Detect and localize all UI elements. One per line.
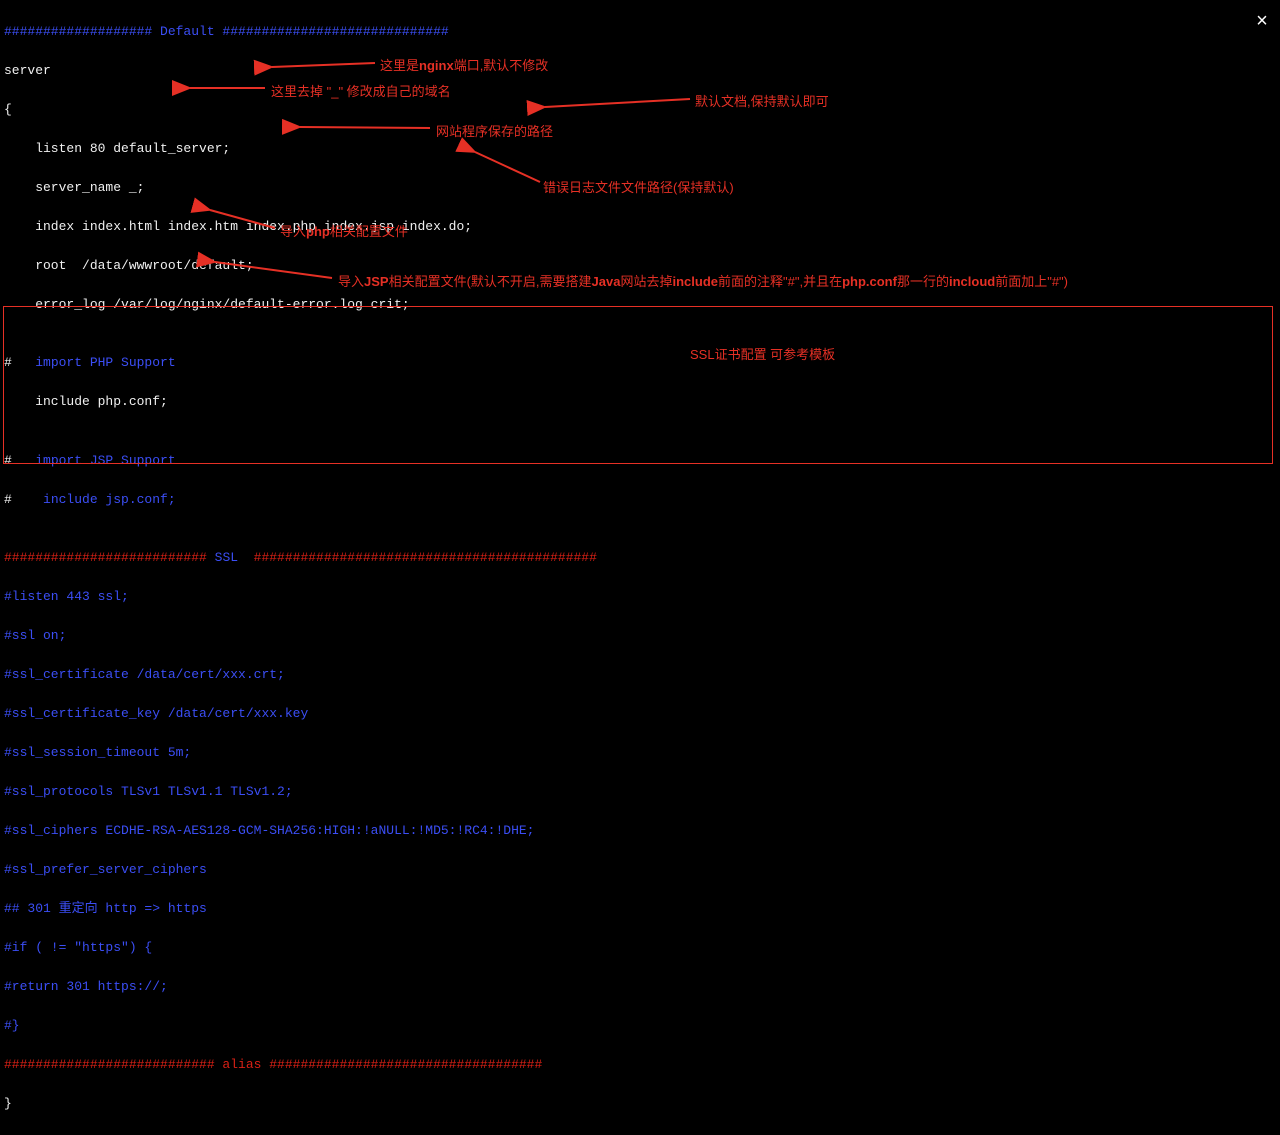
annotation-root-path: 网站程序保存的路径 (436, 122, 553, 142)
config-line-ssl: #ssl_protocols TLSv1 TLSv1.1 TLSv1.2; (4, 782, 1276, 802)
config-line-redirect: #return 301 https://; (4, 977, 1276, 997)
config-line-ssl: #ssl_certificate_key /data/cert/xxx.key (4, 704, 1276, 724)
config-line-includejsp: # include jsp.conf; (4, 490, 1276, 510)
config-line-redirect: #if ( != "https") { (4, 938, 1276, 958)
config-line-redirect: #} (4, 1016, 1276, 1036)
config-line: } (4, 1094, 1276, 1114)
config-line-ssl: #listen 443 ssl; (4, 587, 1276, 607)
annotation-errorlog: 错误日志文件文件路径(保持默认) (543, 178, 734, 198)
config-line-ssl: #ssl_certificate /data/cert/xxx.crt; (4, 665, 1276, 685)
annotation-nginx-port: 这里是nginx端口,默认不修改 (380, 56, 548, 76)
terminal-content: ################### Default ############… (0, 0, 1280, 1135)
close-icon[interactable]: × (1256, 8, 1268, 38)
config-line-index: index index.html index.htm index.php ind… (4, 217, 1276, 237)
annotation-ssl-template: SSL证书配置 可参考模板 (690, 345, 835, 365)
config-line-errorlog: error_log /var/log/nginx/default-error.l… (4, 295, 1276, 315)
section-header-ssl: ########################## SSL #########… (4, 548, 1276, 568)
config-line-listen: listen 80 default_server; (4, 139, 1276, 159)
config-line-phpimport: # import PHP Support (4, 353, 1276, 373)
annotation-domain: 这里去掉 "_" 修改成自己的域名 (271, 82, 451, 102)
annotation-jsp: 导入JSP相关配置文件(默认不开启,需要搭建Java网站去掉include前面的… (338, 272, 1068, 292)
config-line: { (4, 100, 1276, 120)
config-line-ssl: #ssl_session_timeout 5m; (4, 743, 1276, 763)
config-line-ssl: #ssl_prefer_server_ciphers (4, 860, 1276, 880)
section-header-alias: ########################### alias ######… (4, 1055, 1276, 1075)
config-line: server (4, 61, 1276, 81)
annotation-default-doc: 默认文档,保持默认即可 (695, 92, 829, 112)
config-line-redirect: ## 301 重定向 http => https (4, 899, 1276, 919)
config-line-ssl: #ssl on; (4, 626, 1276, 646)
config-line-ssl: #ssl_ciphers ECDHE-RSA-AES128-GCM-SHA256… (4, 821, 1276, 841)
config-line-includephp: include php.conf; (4, 392, 1276, 412)
config-line-jspimport: # import JSP Support (4, 451, 1276, 471)
section-header-default: ################### Default ############… (4, 22, 1276, 42)
annotation-php: 导入php相关配置文件 (280, 222, 408, 242)
